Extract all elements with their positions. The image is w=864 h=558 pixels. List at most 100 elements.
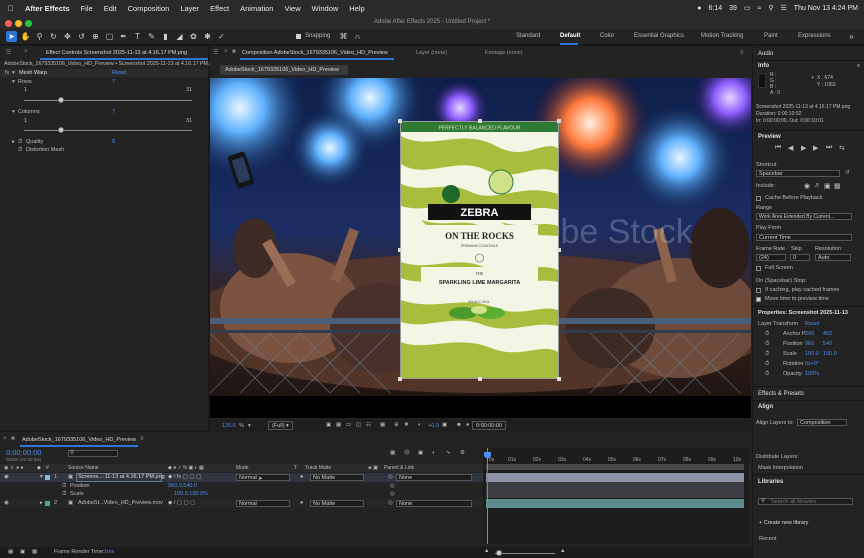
effect-controls-tab[interactable]: Effect Controls Screenshot 2025-11-13 at… (46, 50, 187, 56)
motion-blur-icon[interactable]: ◐ (432, 450, 435, 456)
pin-tool-icon[interactable]: ✓ (216, 31, 227, 42)
rotation-stopwatch-icon[interactable]: ⏱ (765, 361, 769, 368)
exposure-icon[interactable]: ◐ (418, 422, 421, 428)
toggle-switches-icon[interactable]: ▦ (8, 549, 13, 555)
disclosure-open-icon[interactable]: ▾ (12, 70, 15, 76)
workspace-default[interactable]: Default (560, 33, 580, 39)
timeline-position-value[interactable]: 960.0,540.0 (168, 483, 197, 489)
mask-visibility-icon[interactable]: ▭ (346, 422, 351, 428)
skip-dropdown[interactable]: 0 (790, 254, 810, 261)
move-time-checkbox[interactable] (756, 297, 761, 302)
include-overlays-icon[interactable]: ▣ (824, 182, 831, 190)
info-panel-title[interactable]: Info (758, 63, 769, 69)
effects-presets-title[interactable]: Effects & Presets (758, 391, 804, 397)
color-management-icon[interactable]: ❖ (404, 422, 409, 428)
columns-slider-track[interactable] (24, 130, 192, 131)
snap-options-icon[interactable]: ⌘ (338, 31, 349, 42)
fx-icon[interactable]: fx (5, 70, 9, 76)
grid-icon[interactable]: ☷ (366, 422, 371, 428)
menubar-datetime[interactable]: Thu Nov 13 4:24 PM (794, 5, 858, 12)
distortion-stopwatch-icon[interactable]: ⏱ (18, 147, 22, 154)
layer2-pickwhip-icon[interactable]: ◎ (388, 500, 393, 506)
layer1-name[interactable]: Screens...-11-13 at 4.16.17 PM.png (78, 474, 165, 480)
align-to-dropdown[interactable]: Composition (797, 419, 847, 426)
menu-window[interactable]: Window (312, 4, 339, 13)
layer1-track-bar[interactable] (486, 473, 744, 482)
reset-shortcut-icon[interactable]: ↺ (845, 170, 850, 176)
last-frame-icon[interactable]: ⏭ (826, 144, 832, 152)
panel-menu-icon[interactable]: ☰ (6, 49, 11, 56)
cache-checkbox[interactable] (756, 196, 761, 201)
position-stopwatch-icon[interactable]: ⏱ (62, 483, 66, 490)
columns-disclosure-icon[interactable]: ▾ (12, 109, 15, 115)
region-of-interest-icon[interactable]: ▣ (326, 422, 331, 428)
parent-link-header[interactable]: Parent & Link (384, 465, 414, 471)
zoom-out-icon[interactable]: ▲ (484, 548, 489, 554)
rotate-tool-icon[interactable]: ↺ (76, 31, 87, 42)
libraries-panel-title[interactable]: Libraries (758, 479, 783, 485)
create-library-button[interactable]: + Create new library (759, 520, 808, 526)
scale-pickwhip-icon[interactable]: ◎ (390, 491, 395, 497)
shortcut-dropdown[interactable]: Spacebar (756, 170, 840, 177)
opacity-stopwatch-icon[interactable]: ⏱ (765, 371, 769, 378)
fast-previews-icon[interactable]: ⊕ (394, 422, 399, 428)
source-name-header[interactable]: Source Name (68, 465, 99, 471)
position-stopwatch-icon[interactable]: ⏱ (765, 341, 769, 348)
layer1-matte-dropdown[interactable]: No Matte (310, 474, 364, 481)
workspace-paint[interactable]: Paint (764, 33, 778, 39)
anchor-tool-icon[interactable]: ⊕ (90, 31, 101, 42)
pan-behind-tool-icon[interactable]: ✥ (62, 31, 73, 42)
timeline-lock-icon[interactable]: ■ (11, 436, 15, 442)
draft-3d-icon[interactable]: ▦ (390, 450, 395, 456)
range-dropdown[interactable]: Work Area Extended By Current... (756, 213, 852, 220)
scale-stopwatch-icon[interactable]: ⏱ (62, 491, 66, 498)
layer1-mode-dropdown[interactable]: Normal (236, 474, 290, 481)
rectangle-tool-icon[interactable]: ▢ (104, 31, 115, 42)
play-icon[interactable]: ▶ (801, 144, 806, 152)
track-matte-header[interactable]: Track Matte (305, 465, 331, 471)
comp-close-tab-icon[interactable]: × (224, 49, 228, 55)
comp-panel-options-icon[interactable]: ≡ (740, 50, 744, 56)
handle-top-right[interactable] (557, 119, 561, 123)
position-x[interactable]: 960 (805, 341, 814, 347)
layer-tab[interactable]: Layer (none) (416, 50, 447, 56)
properties-panel-title[interactable]: Properties: Screenshot 2025-11-13 (758, 310, 848, 316)
menu-help[interactable]: Help (349, 4, 364, 13)
position-y[interactable]: 540 (823, 341, 832, 347)
handle-top-left[interactable] (398, 119, 402, 123)
composition-viewer[interactable]: Adobe Stock PERFECTLY BALANCED FLAVOUR Z… (210, 78, 751, 418)
layer1-expand-icon[interactable]: ▾ (40, 474, 43, 480)
anchor-stopwatch-icon[interactable]: ⏱ (765, 331, 769, 338)
audio-panel-title[interactable]: Audio (758, 51, 773, 57)
workspace-essential-graphics[interactable]: Essential Graphics (634, 33, 684, 39)
layer2-name[interactable]: AdobeSt...Video_HD_Preview.mov (78, 500, 163, 506)
full-screen-checkbox[interactable] (756, 266, 761, 271)
wifi-icon[interactable]: ≈ (758, 5, 762, 12)
timeline-zoom-slider[interactable] (495, 553, 555, 554)
workspace-motion-tracking[interactable]: Motion Tracking (701, 33, 743, 39)
brush-tool-icon[interactable]: ✎ (146, 31, 157, 42)
menu-composition[interactable]: Composition (128, 4, 170, 13)
preview-panel-title[interactable]: Preview (758, 134, 781, 140)
zoom-level[interactable]: 126.6 (222, 423, 236, 429)
apple-icon[interactable]:  (8, 4, 14, 13)
layer1-switches-icon[interactable]: ◆ / fx ▢ ▢ ▢ (168, 474, 201, 480)
toggle-in-out-icon[interactable]: ▩ (32, 549, 37, 555)
handle-bottom-right[interactable] (557, 377, 561, 381)
next-frame-icon[interactable]: ▶ (813, 144, 818, 152)
frame-blending-icon[interactable]: ▣ (418, 450, 423, 456)
3d-renderer-icon[interactable]: ▦ (380, 422, 385, 428)
mask-interpolation-title[interactable]: Mask Interpolation (758, 465, 803, 471)
timeline-search-input[interactable] (68, 450, 118, 457)
libraries-search-input[interactable]: Search all libraries (758, 498, 853, 505)
layer2-expand-icon[interactable]: ▸ (40, 500, 43, 506)
type-tool-icon[interactable]: T (132, 31, 143, 42)
menu-view[interactable]: View (284, 4, 300, 13)
control-center-icon[interactable]: ☰ (781, 4, 787, 12)
snapping-checkbox[interactable] (296, 34, 301, 39)
stopwatch-icon[interactable]: ⏱ (18, 139, 22, 146)
roto-brush-tool-icon[interactable]: ✿ (188, 31, 199, 42)
mode-header[interactable]: Mode (236, 465, 249, 471)
previous-frame-icon[interactable]: ◀ (788, 144, 793, 152)
exposure-value[interactable]: +0.0 (428, 423, 439, 429)
